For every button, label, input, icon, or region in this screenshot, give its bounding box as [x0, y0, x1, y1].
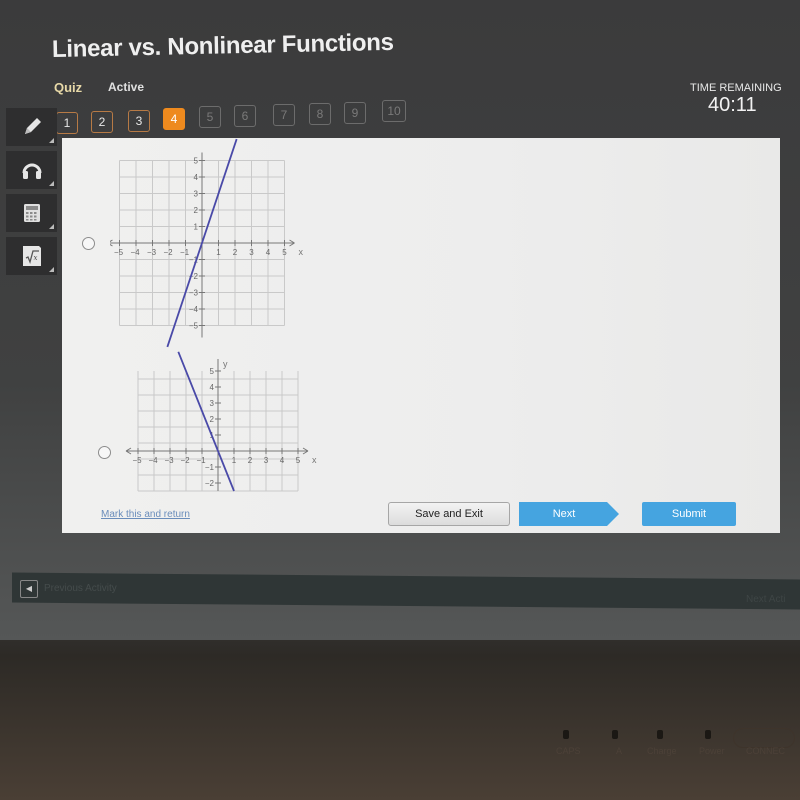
- time-remaining-label: TIME REMAINING: [690, 82, 782, 94]
- y-tick-label: 2: [210, 415, 215, 424]
- question-8-button[interactable]: 8: [309, 103, 331, 125]
- y-tick-label: −3: [189, 289, 199, 298]
- question-7-button[interactable]: 7: [273, 104, 295, 126]
- y-tick-label: 4: [194, 173, 199, 182]
- left-arrow-icon: ◀: [25, 584, 33, 593]
- x-axis-label: x: [312, 455, 317, 465]
- a-led-label: A: [616, 746, 623, 756]
- x-tick-label: 5: [282, 248, 287, 257]
- x-axis-label: x: [299, 247, 304, 257]
- x-tick-label: −5: [132, 456, 142, 465]
- pencil-icon: [24, 118, 41, 134]
- x-tick-label: 1: [232, 456, 237, 465]
- square-root-icon: x: [22, 246, 41, 266]
- question-10-button[interactable]: 10: [382, 100, 406, 122]
- y-tick-label: −1: [205, 463, 215, 472]
- answer-option-a-radio[interactable]: [82, 237, 95, 250]
- question-2-button[interactable]: 2: [91, 111, 113, 133]
- calculator-tool-button[interactable]: [6, 194, 57, 232]
- y-tick-label: 3: [194, 190, 199, 199]
- question-9-button[interactable]: 9: [344, 102, 366, 124]
- formula-tool-button[interactable]: x: [6, 237, 57, 275]
- next-activity-label[interactable]: Next Acti: [746, 594, 785, 605]
- question-3-button[interactable]: 3: [128, 110, 150, 132]
- x-tick-label: 2: [248, 456, 253, 465]
- x-tick-label: −3: [164, 456, 174, 465]
- x-tick-label: −4: [130, 248, 140, 257]
- y-tick-label: −4: [189, 305, 199, 314]
- question-6-button[interactable]: 6: [234, 105, 256, 127]
- x-tick-label: 3: [249, 248, 254, 257]
- y-tick-label: 4: [210, 383, 215, 392]
- question-5-button[interactable]: 5: [199, 106, 221, 128]
- x-tick-label: −2: [180, 456, 190, 465]
- answer-option-b-graph[interactable]: −5−4−3−2−11234554321−1−2xy: [124, 348, 334, 492]
- y-tick-label: 3: [210, 399, 215, 408]
- svg-text:x: x: [33, 254, 37, 262]
- y-tick-label: 1: [194, 223, 199, 232]
- x-tick-label: 4: [266, 248, 271, 257]
- x-tick-label: −4: [148, 456, 158, 465]
- submit-button[interactable]: Submit: [642, 502, 736, 526]
- x-tick-label: 4: [280, 456, 285, 465]
- power-led: [705, 730, 711, 739]
- time-remaining-value: 40:11: [708, 94, 757, 116]
- answer-option-a-graph[interactable]: −5 −4 −3 −2 −1 1 2 3 4 554321−1−2−3−4−5x: [110, 138, 320, 348]
- mark-and-return-link[interactable]: Mark this and return: [101, 509, 190, 520]
- power-led-label: Power: [699, 746, 725, 756]
- question-1-button[interactable]: 1: [56, 112, 78, 134]
- y-tick-label: 5: [194, 157, 199, 166]
- x-tick-label: 1: [216, 248, 221, 257]
- connect-button: [733, 728, 795, 748]
- y-axis-label: y: [223, 359, 228, 369]
- caps-led-label: CAPS: [556, 746, 581, 756]
- x-tick-label: 2: [233, 248, 238, 257]
- answer-option-b-radio[interactable]: [98, 446, 111, 459]
- connect-label: CONNEC: [746, 746, 786, 756]
- quiz-label: Quiz: [54, 80, 83, 95]
- audio-tool-button[interactable]: [6, 151, 57, 189]
- pencil-tool-button[interactable]: [6, 108, 57, 146]
- x-tick-label: 5: [296, 456, 301, 465]
- x-tick-label: −2: [163, 248, 173, 257]
- calculator-icon: [23, 204, 40, 222]
- previous-activity-label[interactable]: Previous Activity: [44, 583, 117, 594]
- a-led: [612, 730, 618, 739]
- y-tick-label: −5: [189, 322, 199, 331]
- headphones-icon: [22, 163, 41, 179]
- caps-led: [563, 730, 569, 739]
- status-label: Active: [108, 80, 145, 94]
- x-tick-label: 3: [264, 456, 269, 465]
- charge-led: [657, 730, 663, 739]
- save-and-exit-button[interactable]: Save and Exit: [388, 502, 510, 526]
- charge-led-label: Charge: [647, 746, 677, 756]
- y-tick-label: 2: [194, 206, 199, 215]
- y-tick-label: −2: [205, 479, 215, 488]
- x-tick-label: −3: [147, 248, 157, 257]
- y-tick-label: 5: [210, 367, 215, 376]
- next-button[interactable]: Next: [519, 502, 619, 526]
- x-tick-label: −5: [114, 248, 124, 257]
- previous-activity-button[interactable]: ◀: [20, 580, 38, 598]
- next-button-label: Next: [552, 508, 576, 520]
- question-4-button[interactable]: 4: [163, 108, 185, 130]
